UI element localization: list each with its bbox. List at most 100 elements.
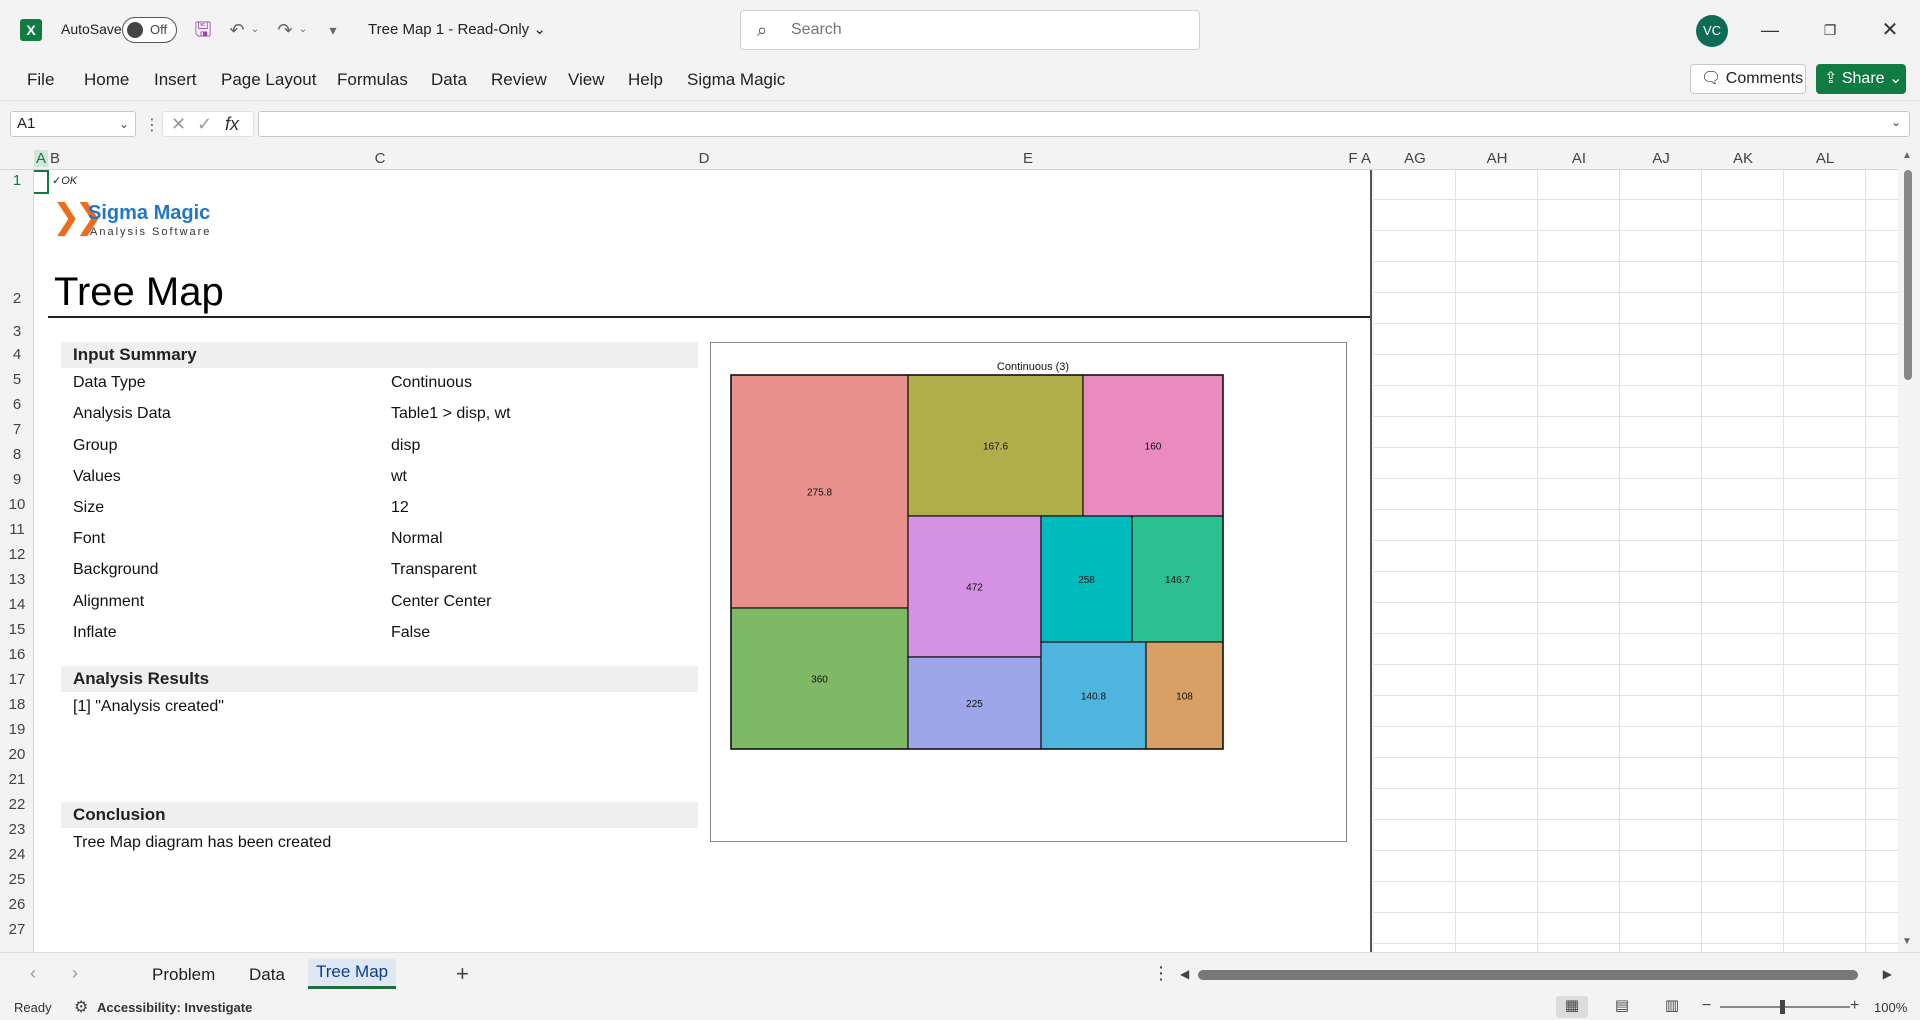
tree-map-chart[interactable]: Continuous (3) 275.8 360 167.6 160 472 225 258…	[710, 342, 1347, 842]
save-icon[interactable]: 🖫	[190, 17, 216, 43]
row-header[interactable]: 15	[0, 621, 34, 638]
row-header[interactable]: 1	[0, 172, 34, 189]
row-header[interactable]: 13	[0, 571, 34, 588]
tab-home[interactable]: Home	[84, 70, 129, 90]
row-header[interactable]: 16	[0, 646, 34, 663]
redo-icon[interactable]: ↷	[272, 17, 298, 43]
accessibility-icon[interactable]: ⚙	[74, 997, 88, 1017]
row-header[interactable]: 22	[0, 796, 34, 813]
row-header[interactable]: 20	[0, 746, 34, 763]
minimize-button[interactable]: —	[1750, 14, 1790, 46]
name-box[interactable]: A1 ⌄	[10, 111, 136, 137]
row-header[interactable]: 26	[0, 896, 34, 913]
autosave-toggle[interactable]: Off	[122, 17, 177, 43]
scroll-down-icon[interactable]: ▼	[1902, 936, 1912, 947]
tab-data[interactable]: Data	[431, 70, 467, 90]
tab-file[interactable]: File	[27, 70, 54, 90]
zoom-out-icon[interactable]: −	[1702, 997, 1711, 1015]
column-header[interactable]: AK	[1702, 150, 1784, 167]
column-header[interactable]: D	[684, 150, 724, 167]
tab-page-layout[interactable]: Page Layout	[221, 70, 316, 90]
column-header[interactable]: E	[1008, 150, 1048, 167]
column-header[interactable]: F	[1346, 150, 1360, 167]
column-header[interactable]: C	[360, 150, 400, 167]
vertical-scroll-thumb[interactable]	[1904, 170, 1912, 380]
row-header[interactable]: 11	[0, 521, 34, 538]
more-sheets-icon[interactable]: ⋮	[1152, 963, 1170, 984]
next-sheet-icon[interactable]: ›	[72, 963, 78, 984]
zoom-slider[interactable]	[1720, 1006, 1850, 1008]
expand-formula-icon[interactable]: ⌄	[1891, 115, 1901, 129]
tab-sigma-magic[interactable]: Sigma Magic	[687, 70, 785, 90]
zoom-level[interactable]: 100%	[1874, 1000, 1907, 1015]
page-break-view-icon[interactable]: ▥	[1656, 996, 1688, 1018]
column-header[interactable]: AI	[1538, 150, 1620, 167]
tab-formulas[interactable]: Formulas	[337, 70, 408, 90]
share-button[interactable]: ⇪ Share ⌄	[1816, 64, 1906, 94]
row-header[interactable]: 5	[0, 371, 34, 388]
scroll-right-icon[interactable]: ▶	[1883, 967, 1892, 981]
scroll-up-icon[interactable]: ▲	[1902, 150, 1912, 161]
column-header[interactable]: A	[1359, 150, 1373, 167]
row-header[interactable]: 9	[0, 471, 34, 488]
horizontal-scroll-thumb[interactable]	[1198, 970, 1858, 980]
search-box[interactable]: ⌕	[740, 10, 1200, 50]
row-header[interactable]: 21	[0, 771, 34, 788]
enter-icon[interactable]: ✓	[197, 114, 212, 135]
zoom-slider-handle[interactable]	[1780, 1000, 1785, 1014]
row-header[interactable]: 14	[0, 596, 34, 613]
sheet-tab-problem[interactable]: Problem	[152, 965, 215, 985]
cancel-icon[interactable]: ✕	[171, 114, 186, 135]
row-header[interactable]: 25	[0, 871, 34, 888]
tab-view[interactable]: View	[568, 70, 605, 90]
page-layout-view-icon[interactable]: ▤	[1606, 996, 1638, 1018]
sheet-tab-data[interactable]: Data	[249, 965, 285, 985]
sheet-tab-tree-map[interactable]: Tree Map	[308, 959, 397, 989]
row-header[interactable]: 2	[0, 290, 34, 307]
user-avatar[interactable]: VC	[1696, 15, 1728, 47]
customize-toolbar-icon[interactable]: ▾	[320, 17, 346, 43]
restore-button[interactable]: ❐	[1810, 14, 1850, 46]
insert-function-icon[interactable]: fx	[225, 114, 239, 135]
row-header[interactable]: 3	[0, 323, 34, 340]
row-header[interactable]: 27	[0, 921, 34, 938]
undo-dropdown-icon[interactable]: ⌄	[248, 17, 262, 43]
row-header[interactable]: 18	[0, 696, 34, 713]
column-header[interactable]: B	[48, 150, 62, 167]
tab-help[interactable]: Help	[628, 70, 663, 90]
comments-button[interactable]: 🗨 Comments	[1690, 64, 1806, 94]
selected-cell-a1[interactable]	[34, 170, 49, 194]
row-header[interactable]: 19	[0, 721, 34, 738]
column-header[interactable]: AL	[1784, 150, 1866, 167]
normal-view-icon[interactable]: ▦	[1556, 996, 1588, 1018]
previous-sheet-icon[interactable]: ‹	[30, 963, 36, 984]
row-header[interactable]: 12	[0, 546, 34, 563]
row-header[interactable]: 8	[0, 446, 34, 463]
scroll-left-icon[interactable]: ◀	[1180, 967, 1189, 981]
tab-review[interactable]: Review	[491, 70, 547, 90]
more-options-icon[interactable]: ⋮	[144, 115, 160, 135]
undo-icon[interactable]: ↶	[224, 17, 250, 43]
column-header[interactable]: AH	[1456, 150, 1538, 167]
column-header[interactable]: AJ	[1620, 150, 1702, 167]
column-header[interactable]: A	[34, 150, 48, 167]
redo-dropdown-icon[interactable]: ⌄	[296, 17, 310, 43]
zoom-in-icon[interactable]: +	[1850, 997, 1859, 1015]
row-header[interactable]: 7	[0, 421, 34, 438]
row-header[interactable]: 23	[0, 821, 34, 838]
row-header[interactable]: 24	[0, 846, 34, 863]
horizontal-scrollbar[interactable]: ◀ ▶	[1180, 967, 1892, 983]
close-button[interactable]: ✕	[1870, 14, 1910, 46]
formula-input[interactable]: ⌄	[258, 111, 1910, 137]
accessibility-status[interactable]: Accessibility: Investigate	[97, 1000, 252, 1015]
document-title[interactable]: Tree Map 1 - Read-Only ⌄	[368, 20, 546, 38]
row-header[interactable]: 4	[0, 346, 34, 363]
row-header[interactable]: 6	[0, 396, 34, 413]
search-input[interactable]	[791, 19, 1171, 41]
empty-cells[interactable]	[1374, 170, 1898, 952]
row-header[interactable]: 17	[0, 671, 34, 688]
tab-insert[interactable]: Insert	[154, 70, 197, 90]
row-header[interactable]: 10	[0, 496, 34, 513]
column-header[interactable]: AG	[1374, 150, 1456, 167]
add-sheet-icon[interactable]: +	[456, 961, 469, 987]
